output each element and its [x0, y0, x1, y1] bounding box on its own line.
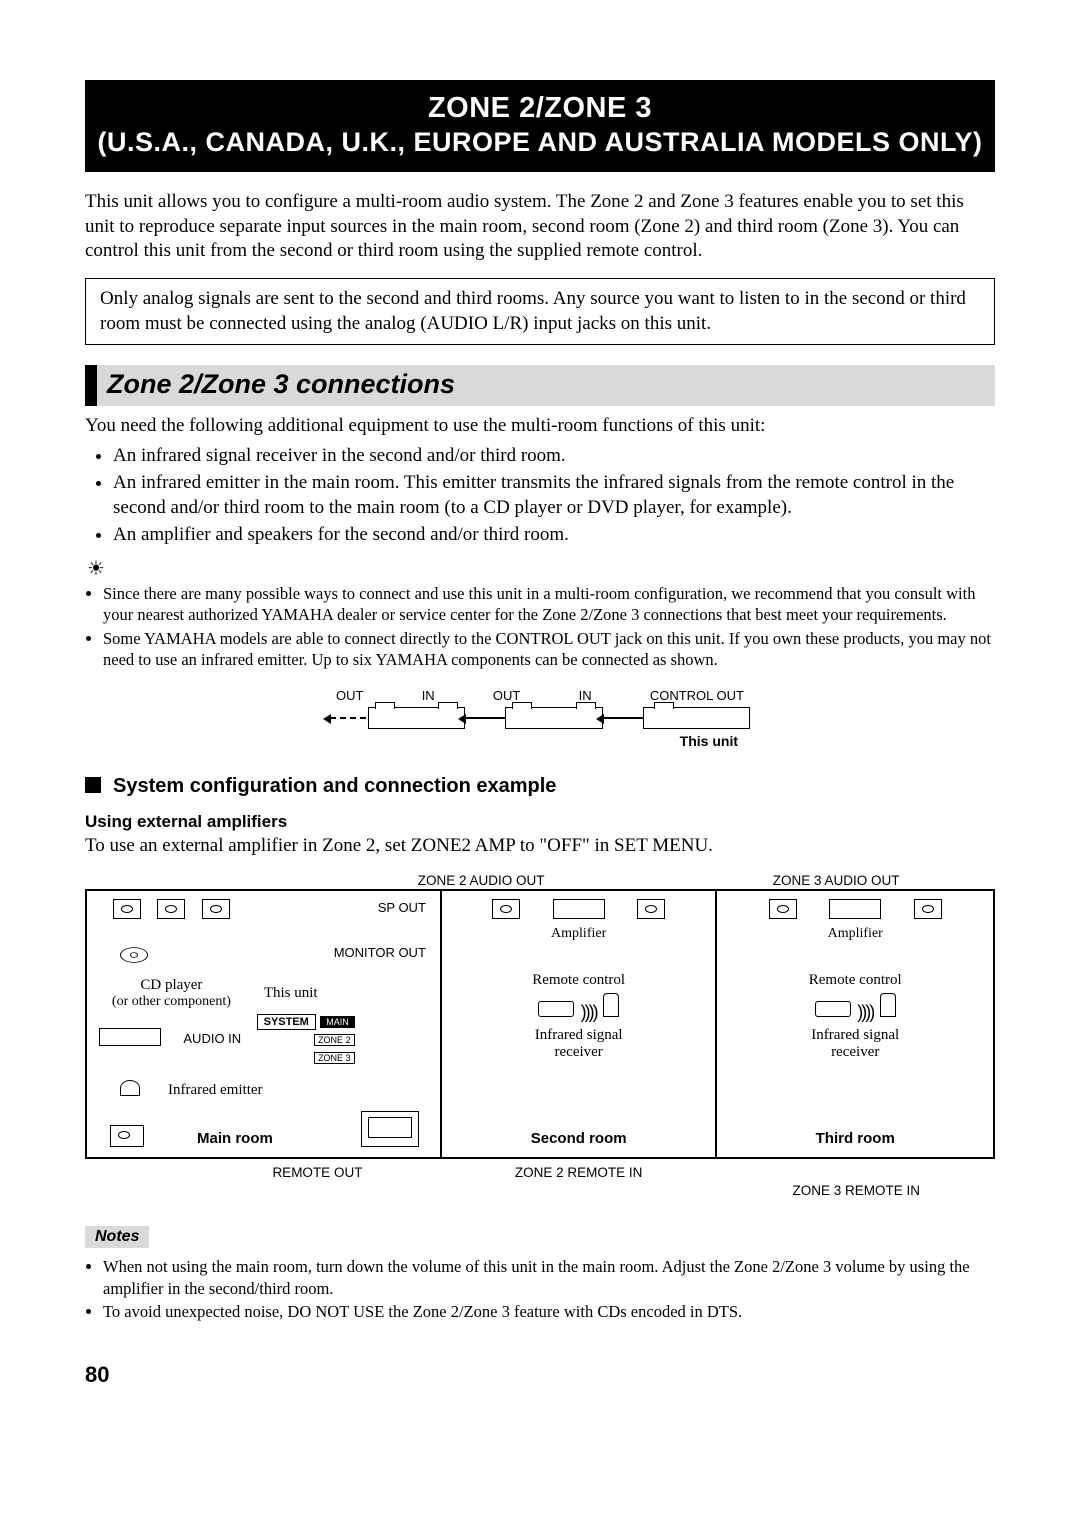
label-ir-receiver-1: Infrared signal [535, 1027, 623, 1043]
label-ir-receiver-2: receiver [555, 1044, 603, 1060]
notes-heading: Notes [85, 1226, 149, 1248]
d1-this-unit-label: This unit [330, 733, 738, 749]
speaker-icon [914, 899, 942, 919]
speaker-icon [492, 899, 520, 919]
label-audio-in: AUDIO IN [183, 1031, 241, 1046]
arrow-icon [465, 717, 505, 719]
square-bullet-icon [85, 777, 101, 793]
label-this-unit: This unit [250, 985, 332, 1002]
label-remote-control: Remote control [448, 972, 710, 989]
label-ir-receiver-2: receiver [831, 1044, 879, 1060]
chip-zone2: ZONE 2 [314, 1034, 355, 1046]
label-amplifier: Amplifier [723, 926, 987, 942]
arrow-icon [603, 717, 643, 719]
subsection-text: System configuration and connection exam… [113, 775, 556, 797]
ir-receiver-icon [603, 993, 619, 1017]
label-cd-player: CD player [93, 977, 250, 994]
analog-note-box: Only analog signals are sent to the seco… [85, 278, 995, 345]
cd-icon [120, 947, 148, 962]
chip-zone3: ZONE 3 [314, 1052, 355, 1064]
control-out-diagram: OUT IN OUT IN CONTROL OUT This unit [330, 688, 750, 749]
section-heading: Zone 2/Zone 3 connections [85, 365, 995, 406]
tips-list: Since there are many possible ways to co… [85, 583, 995, 671]
connection-diagram: ZONE 2 AUDIO OUT ZONE 3 AUDIO OUT SP OUT [85, 873, 995, 1198]
this-unit-box [643, 707, 750, 729]
label-remote-out: REMOTE OUT [85, 1165, 440, 1198]
label-amplifier: Amplifier [448, 926, 710, 942]
component-box [505, 707, 602, 729]
speaker-icon [769, 899, 797, 919]
third-room-box: Amplifier Remote control )))) Infrared s… [717, 889, 995, 1159]
label-zone3-audio-out: ZONE 3 AUDIO OUT [617, 873, 995, 888]
remote-icon [815, 1001, 851, 1017]
tip-item: Some YAMAHA models are able to connect d… [103, 628, 995, 671]
amp-box [553, 899, 605, 919]
source-box [99, 1028, 161, 1046]
label-monitor-out: MONITOR OUT [334, 945, 426, 960]
intro-text: This unit allows you to configure a mult… [85, 190, 995, 264]
tv-icon [361, 1111, 419, 1147]
subsection-heading: System configuration and connection exam… [85, 775, 995, 798]
label-ir-receiver-1: Infrared signal [811, 1027, 899, 1043]
speaker-icon [202, 899, 230, 919]
signal-icon: )))) [581, 1002, 597, 1023]
speaker-icon [113, 899, 141, 919]
using-external-heading: Using external amplifiers [85, 812, 995, 832]
second-room-box: Amplifier Remote control )))) Infrared s… [440, 889, 718, 1159]
label-infrared-emitter: Infrared emitter [168, 1082, 263, 1099]
main-room-box: SP OUT MONITOR OUT CD player (or other c… [85, 889, 440, 1159]
title-bar: ZONE 2/ZONE 3 (U.S.A., CANADA, U.K., EUR… [85, 80, 995, 172]
page-number: 80 [85, 1362, 995, 1388]
component-icon [110, 1125, 144, 1147]
equipment-item: An infrared emitter in the main room. Th… [113, 470, 995, 521]
label-zone2-remote-in: ZONE 2 REMOTE IN [440, 1165, 718, 1198]
title-main: ZONE 2/ZONE 3 [85, 90, 995, 126]
emitter-icon [120, 1080, 140, 1096]
page: ZONE 2/ZONE 3 (U.S.A., CANADA, U.K., EUR… [0, 0, 1080, 1448]
speaker-icon [157, 899, 185, 919]
d1-label-out: OUT [493, 688, 520, 703]
amp-box [829, 899, 881, 919]
note-item: To avoid unexpected noise, DO NOT USE th… [103, 1301, 995, 1322]
equipment-list: An infrared signal receiver in the secon… [85, 443, 995, 548]
equipment-item: An amplifier and speakers for the second… [113, 522, 995, 548]
remote-icon [538, 1001, 574, 1017]
d1-label-in: IN [579, 688, 592, 703]
equipment-intro: You need the following additional equipm… [85, 414, 995, 439]
label-sp-out: SP OUT [378, 900, 426, 915]
using-external-body: To use an external amplifier in Zone 2, … [85, 834, 995, 859]
notes-list: When not using the main room, turn down … [85, 1256, 995, 1322]
label-zone2-audio-out: ZONE 2 AUDIO OUT [85, 873, 617, 888]
label-main-room: Main room [197, 1130, 273, 1147]
signal-icon: )))) [857, 1002, 873, 1023]
equipment-item: An infrared signal receiver in the secon… [113, 443, 995, 469]
arrow-dashed-icon [330, 717, 366, 719]
label-second-room: Second room [442, 1130, 716, 1147]
label-zone3-remote-in: ZONE 3 REMOTE IN [717, 1165, 995, 1198]
title-sub: (U.S.A., CANADA, U.K., EUROPE AND AUSTRA… [85, 126, 995, 160]
d1-label-out: OUT [336, 688, 363, 703]
label-or-other: (or other component) [93, 994, 250, 1010]
component-box [368, 707, 465, 729]
chip-main: MAIN [320, 1016, 355, 1028]
note-item: When not using the main room, turn down … [103, 1256, 995, 1299]
ir-receiver-icon [880, 993, 896, 1017]
speaker-icon [637, 899, 665, 919]
tip-icon: ☀ [87, 556, 995, 581]
label-third-room: Third room [717, 1130, 993, 1147]
d1-label-in: IN [422, 688, 435, 703]
label-remote-control: Remote control [723, 972, 987, 989]
label-system: SYSTEM [257, 1014, 316, 1030]
d1-label-control-out: CONTROL OUT [650, 688, 744, 703]
tip-item: Since there are many possible ways to co… [103, 583, 995, 626]
